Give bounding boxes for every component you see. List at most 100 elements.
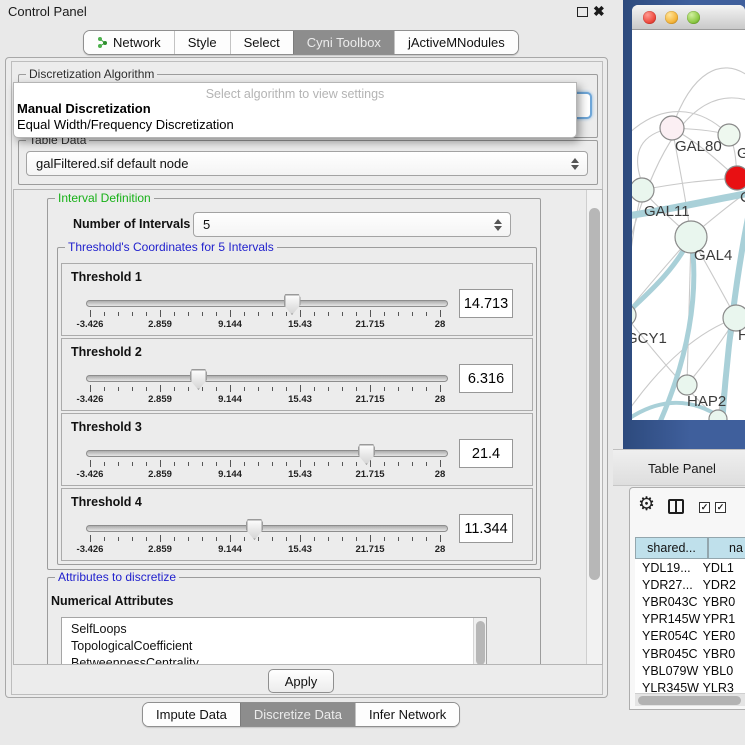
slider-tick xyxy=(104,537,105,541)
dropdown-option[interactable]: Manual Discretization xyxy=(17,101,151,116)
slider-tick xyxy=(426,462,427,466)
slider-tick xyxy=(244,387,245,391)
table-data-combobox[interactable]: galFiltered.sif default node xyxy=(26,151,588,176)
zoom-traffic-light-icon[interactable] xyxy=(687,11,700,24)
slider-tick xyxy=(230,535,231,542)
table-row[interactable]: YDL19...YDL1 xyxy=(635,559,745,576)
table-row[interactable]: YER054CYER0 xyxy=(635,628,745,645)
name-cell[interactable]: YER0 xyxy=(703,629,745,643)
tab-style[interactable]: Style xyxy=(174,31,230,54)
close-traffic-light-icon[interactable] xyxy=(643,11,656,24)
shared-name-cell[interactable]: YDR27... xyxy=(635,578,703,592)
network-canvas[interactable]: GAL80GCGAL11GAL4GCY1HHAP2 xyxy=(632,30,745,420)
node-table[interactable]: YDL19...YDL1YDR27...YDR2YBR043CYBR0YPR14… xyxy=(635,559,745,693)
network-node-c[interactable] xyxy=(725,166,745,190)
column-header-shared[interactable]: shared... xyxy=(635,537,708,559)
table-hscrollbar[interactable] xyxy=(635,693,745,706)
tab-impute-data[interactable]: Impute Data xyxy=(143,703,240,726)
slider-tick-label: -3.426 xyxy=(68,544,112,555)
network-node-hap2[interactable] xyxy=(677,375,697,395)
attribute-list-item[interactable]: SelfLoops xyxy=(62,621,486,638)
slider-tick xyxy=(258,312,259,316)
threshold-value-field[interactable]: 21.4 xyxy=(459,439,513,468)
attributes-list-scrollbar[interactable] xyxy=(473,618,486,665)
table-row[interactable]: YBL079WYBL0 xyxy=(635,662,745,679)
slider-track[interactable] xyxy=(86,300,448,307)
tab-infer-network[interactable]: Infer Network xyxy=(355,703,459,726)
tab-jactivemnodules[interactable]: jActiveMNodules xyxy=(394,31,518,54)
close-icon[interactable]: ✖ xyxy=(593,3,605,20)
slider-tick xyxy=(230,385,231,392)
float-window-icon[interactable] xyxy=(577,7,588,17)
network-node-gal80[interactable] xyxy=(660,116,684,140)
minimize-traffic-light-icon[interactable] xyxy=(665,11,678,24)
table-row[interactable]: YPR145WYPR1 xyxy=(635,611,745,628)
shared-name-cell[interactable]: YBR043C xyxy=(635,595,703,609)
shared-name-cell[interactable]: YBL079W xyxy=(635,664,703,678)
slider-tick xyxy=(314,462,315,466)
slider-tick-label: 15.43 xyxy=(278,469,322,480)
checkbox-icon[interactable]: ✓ xyxy=(715,502,726,513)
tab-select[interactable]: Select xyxy=(230,31,293,54)
table-row[interactable]: YBR043CYBR0 xyxy=(635,593,745,610)
split-columns-icon[interactable] xyxy=(668,499,684,514)
attribute-list-item[interactable]: BetweennessCentrality xyxy=(62,655,486,665)
slider-tick xyxy=(370,385,371,392)
num-intervals-combobox[interactable]: 5 xyxy=(193,212,511,237)
name-cell[interactable]: YLR3 xyxy=(703,681,745,693)
tab-discretize-data[interactable]: Discretize Data xyxy=(240,703,355,726)
attributes-list[interactable]: SelfLoopsTopologicalCoefficientBetweenne… xyxy=(61,617,487,665)
slider-tick xyxy=(188,462,189,466)
tab-network[interactable]: Network xyxy=(84,31,174,54)
network-node-gal11[interactable] xyxy=(632,178,654,202)
settings-scroll-viewport: Interval Definition Number of Intervals … xyxy=(13,189,603,665)
column-header-name[interactable]: na xyxy=(708,537,745,559)
slider-thumb[interactable] xyxy=(246,519,263,540)
name-cell[interactable]: YBR0 xyxy=(703,647,745,661)
shared-name-cell[interactable]: YPR145W xyxy=(635,612,703,626)
slider-track[interactable] xyxy=(86,450,448,457)
shared-name-cell[interactable]: YER054C xyxy=(635,629,703,643)
threshold-value-field[interactable]: 11.344 xyxy=(459,514,513,543)
slider-thumb[interactable] xyxy=(358,444,375,465)
slider-thumb[interactable] xyxy=(190,369,207,390)
settings-scrollbar[interactable] xyxy=(586,190,602,664)
slider-tick xyxy=(132,387,133,391)
slider-tick xyxy=(272,537,273,541)
gear-icon[interactable]: ⚙ xyxy=(638,495,655,514)
shared-name-cell[interactable]: YDL19... xyxy=(635,561,703,575)
slider-tick xyxy=(188,387,189,391)
table-row[interactable]: YBR045CYBR0 xyxy=(635,645,745,662)
network-window-titlebar[interactable] xyxy=(632,5,745,30)
dropdown-option[interactable]: Equal Width/Frequency Discretization xyxy=(17,117,234,132)
shared-name-cell[interactable]: YLR345W xyxy=(635,681,703,693)
name-cell[interactable]: YBL0 xyxy=(703,664,745,678)
settings-scrollbar-thumb[interactable] xyxy=(589,208,600,580)
network-node-label: GAL80 xyxy=(675,138,722,155)
slider-track[interactable] xyxy=(86,375,448,382)
checkbox-icon[interactable]: ✓ xyxy=(699,502,710,513)
threshold-value-field[interactable]: 14.713 xyxy=(459,289,513,318)
interval-definition-title: Interval Definition xyxy=(55,192,154,204)
apply-button[interactable]: Apply xyxy=(268,669,334,693)
table-row[interactable]: YLR345WYLR3 xyxy=(635,679,745,693)
table-row[interactable]: YDR27...YDR2 xyxy=(635,576,745,593)
slider-tick xyxy=(356,387,357,391)
slider-tick xyxy=(300,460,301,467)
slider-tick xyxy=(202,387,203,391)
threshold-value-field[interactable]: 6.316 xyxy=(459,364,513,393)
shared-name-cell[interactable]: YBR045C xyxy=(635,647,703,661)
slider-tick xyxy=(272,387,273,391)
tab-cyni-toolbox[interactable]: Cyni Toolbox xyxy=(293,31,394,54)
slider-tick xyxy=(370,460,371,467)
slider-track[interactable] xyxy=(86,525,448,532)
name-cell[interactable]: YPR1 xyxy=(703,612,745,626)
name-cell[interactable]: YDL1 xyxy=(703,561,745,575)
slider-tick-label: 9.144 xyxy=(208,394,252,405)
slider-tick xyxy=(342,387,343,391)
name-cell[interactable]: YBR0 xyxy=(703,595,745,609)
name-cell[interactable]: YDR2 xyxy=(703,578,745,592)
slider-tick xyxy=(370,535,371,542)
attribute-list-item[interactable]: TopologicalCoefficient xyxy=(62,638,486,655)
thresholds-group-title: Threshold's Coordinates for 5 Intervals xyxy=(65,241,277,253)
